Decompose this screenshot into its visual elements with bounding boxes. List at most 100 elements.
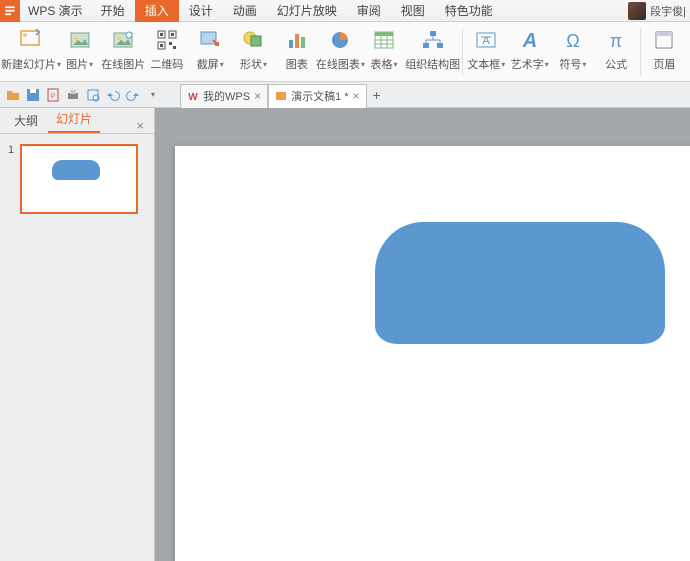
dropdown-icon: ▾	[220, 60, 224, 69]
symbol-icon: Ω	[559, 26, 587, 54]
shape-label: 形状	[240, 56, 262, 72]
textbox-label: 文本框	[467, 56, 500, 72]
header-button[interactable]: 页眉	[643, 24, 686, 81]
title-bar: WPS 演示 开始 插入 设计 动画 幻灯片放映 审阅 视图 特色功能 段宇俊|	[0, 0, 690, 22]
canvas-area[interactable]	[155, 108, 690, 561]
ribbon: 新建幻灯片▾ 图片▾ 在线图片 二维码 截屏▾ 形状▾ 图表 在线图表▾ 表格▾…	[0, 22, 690, 82]
online-image-label: 在线图片	[101, 56, 145, 72]
side-tabs: 大纲 幻灯片 ×	[0, 108, 154, 134]
wps-icon: W	[187, 90, 199, 102]
main-area: 大纲 幻灯片 × 1	[0, 108, 690, 561]
menu-tab-design[interactable]: 设计	[179, 0, 223, 22]
online-image-button[interactable]: 在线图片	[101, 24, 145, 81]
svg-text:W: W	[188, 92, 198, 102]
wordart-button[interactable]: A 艺术字▾	[508, 24, 551, 81]
textbox-button[interactable]: A 文本框▾	[465, 24, 508, 81]
org-chart-button[interactable]: 组织结构图	[406, 24, 460, 81]
doc-tab-my-wps[interactable]: W 我的WPS ×	[180, 84, 268, 108]
print-preview-button[interactable]	[84, 86, 102, 104]
svg-text:P: P	[51, 94, 55, 100]
table-button[interactable]: 表格▾	[362, 24, 405, 81]
slide-thumbnail[interactable]	[20, 144, 138, 214]
export-pdf-button[interactable]: P	[44, 86, 62, 104]
separator	[462, 28, 463, 76]
rounded-rectangle-shape[interactable]	[375, 222, 665, 344]
svg-text:Ω: Ω	[566, 31, 579, 51]
close-icon[interactable]: ×	[353, 89, 360, 103]
save-button[interactable]	[24, 86, 42, 104]
table-label: 表格	[371, 56, 393, 72]
outline-tab[interactable]: 大纲	[6, 108, 46, 133]
image-icon	[66, 26, 94, 54]
qr-button[interactable]: 二维码	[145, 24, 188, 81]
header-icon	[650, 26, 678, 54]
user-area[interactable]: 段宇俊|	[628, 2, 690, 20]
panel-close-icon[interactable]: ×	[132, 118, 148, 133]
qat-dropdown[interactable]: ▾	[144, 86, 162, 104]
symbol-label: 符号	[559, 56, 581, 72]
slide-number: 1	[8, 144, 16, 214]
shape-icon	[239, 26, 267, 54]
menu-tab-view[interactable]: 视图	[391, 0, 435, 22]
online-chart-label: 在线图表	[316, 56, 360, 72]
open-button[interactable]	[4, 86, 22, 104]
doc-tab-presentation1[interactable]: 演示文稿1 * ×	[268, 84, 366, 108]
document-tabs: W 我的WPS × 演示文稿1 * × +	[180, 82, 387, 108]
menu-tab-insert[interactable]: 插入	[135, 0, 179, 22]
menu-tab-slideshow[interactable]: 幻灯片放映	[267, 0, 347, 22]
menu-tab-review[interactable]: 审阅	[347, 0, 391, 22]
dropdown-icon: ▾	[501, 60, 505, 69]
menu-tab-start[interactable]: 开始	[91, 0, 135, 22]
screenshot-button[interactable]: 截屏▾	[189, 24, 232, 81]
app-name: WPS 演示	[20, 2, 91, 19]
slide-panel: 大纲 幻灯片 × 1	[0, 108, 155, 561]
presentation-icon	[275, 90, 287, 102]
screenshot-icon	[196, 26, 224, 54]
avatar	[628, 2, 646, 20]
slide-canvas[interactable]	[175, 146, 690, 561]
menu-tabs: 开始 插入 设计 动画 幻灯片放映 审阅 视图 特色功能	[91, 0, 503, 22]
svg-text:A: A	[521, 30, 536, 52]
dropdown-icon: ▾	[394, 60, 398, 69]
screenshot-label: 截屏	[197, 56, 219, 72]
qr-icon	[153, 26, 181, 54]
table-icon	[370, 26, 398, 54]
chart-button[interactable]: 图表	[275, 24, 318, 81]
thumbnail-list: 1	[0, 134, 154, 561]
new-slide-label: 新建幻灯片	[1, 56, 56, 72]
dropdown-icon: ▾	[263, 60, 267, 69]
shape-button[interactable]: 形状▾	[232, 24, 275, 81]
thumbnail-row[interactable]: 1	[8, 144, 146, 214]
org-chart-label: 组织结构图	[405, 56, 460, 72]
menu-tab-features[interactable]: 特色功能	[435, 0, 503, 22]
wordart-label: 艺术字	[511, 56, 544, 72]
redo-button[interactable]	[124, 86, 142, 104]
new-slide-button[interactable]: 新建幻灯片▾	[4, 24, 58, 81]
print-button[interactable]	[64, 86, 82, 104]
chart-icon	[283, 26, 311, 54]
undo-button[interactable]	[104, 86, 122, 104]
separator	[640, 28, 641, 76]
image-label: 图片	[66, 56, 88, 72]
slides-tab[interactable]: 幻灯片	[48, 106, 100, 133]
add-tab-button[interactable]: +	[367, 82, 387, 108]
header-label: 页眉	[653, 56, 675, 72]
user-name: 段宇俊|	[650, 3, 686, 19]
org-chart-icon	[419, 26, 447, 54]
symbol-button[interactable]: Ω 符号▾	[551, 24, 594, 81]
quick-access-toolbar: P ▾	[0, 86, 166, 104]
dropdown-icon: ▾	[89, 60, 93, 69]
chart-label: 图表	[286, 56, 308, 72]
doc-tab-label: 我的WPS	[203, 88, 250, 104]
online-chart-button[interactable]: 在线图表▾	[318, 24, 362, 81]
formula-button[interactable]: π 公式	[595, 24, 638, 81]
formula-icon: π	[602, 26, 630, 54]
image-button[interactable]: 图片▾	[58, 24, 101, 81]
wordart-icon: A	[516, 26, 544, 54]
close-icon[interactable]: ×	[254, 89, 261, 103]
app-logo	[0, 0, 20, 22]
thumbnail-shape	[52, 160, 100, 180]
menu-tab-animation[interactable]: 动画	[223, 0, 267, 22]
dropdown-icon: ▾	[582, 60, 586, 69]
dropdown-icon: ▾	[545, 60, 549, 69]
